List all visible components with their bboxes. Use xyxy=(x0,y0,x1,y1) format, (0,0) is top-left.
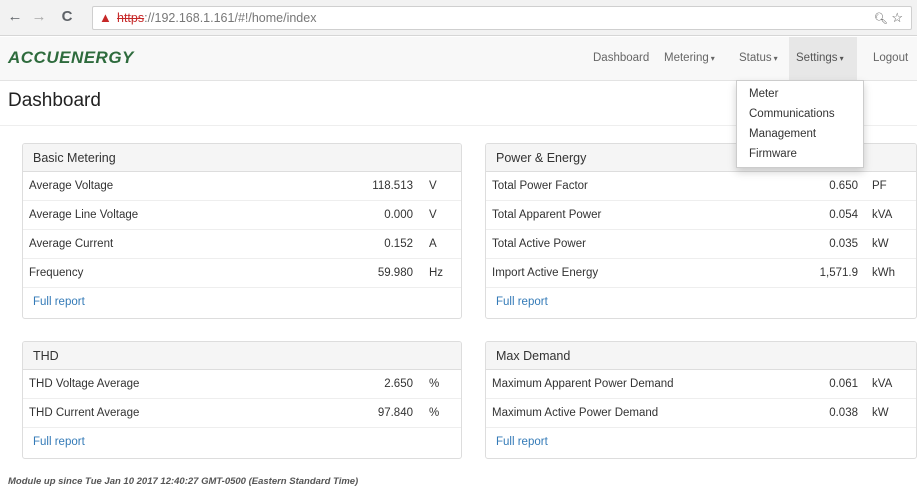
table-row: Total Active Power 0.035 kW xyxy=(486,230,916,259)
basic-metering-panel: Basic Metering Average Voltage 118.513 V… xyxy=(22,143,462,319)
panel-title: THD xyxy=(23,342,461,370)
module-uptime-status: Module up since Tue Jan 10 2017 12:40:27… xyxy=(8,476,359,487)
table-row: Import Active Energy 1,571.9 kWh xyxy=(486,259,916,288)
row-unit: kVA xyxy=(872,378,893,390)
menu-item-firmware[interactable]: Firmware xyxy=(737,145,863,165)
row-value: 0.650 xyxy=(829,180,858,192)
nav-status[interactable]: Status ▾ xyxy=(732,37,785,80)
nav-metering-label: Metering xyxy=(664,52,709,64)
table-row: THD Voltage Average 2.650 % xyxy=(23,370,461,399)
row-value: 2.650 xyxy=(384,378,413,390)
row-unit: kW xyxy=(872,407,889,419)
full-report-link[interactable]: Full report xyxy=(486,288,916,316)
nav-dashboard[interactable]: Dashboard xyxy=(586,37,656,80)
row-label: Average Voltage xyxy=(29,180,114,192)
row-value: 0.000 xyxy=(384,209,413,221)
url-text[interactable]: https://192.168.1.161/#!/home/index xyxy=(117,11,316,25)
nav-status-label: Status xyxy=(739,52,772,64)
nav-logout[interactable]: Logout xyxy=(866,37,915,80)
table-row: Maximum Apparent Power Demand 0.061 kVA xyxy=(486,370,916,399)
power-energy-panel: Power & Energy Total Power Factor 0.650 … xyxy=(485,143,917,319)
row-value: 0.038 xyxy=(829,407,858,419)
full-report-link[interactable]: Full report xyxy=(486,428,916,456)
menu-item-management[interactable]: Management xyxy=(737,125,863,145)
settings-dropdown-menu: Meter Communications Management Firmware xyxy=(736,80,864,168)
row-unit: V xyxy=(429,209,437,221)
row-label: Total Apparent Power xyxy=(492,209,602,221)
url-scheme: https xyxy=(117,11,145,25)
security-warning-icon[interactable]: ▲ xyxy=(99,10,112,25)
table-row: Frequency 59.980 Hz xyxy=(23,259,461,288)
nav-settings[interactable]: Settings ▾ xyxy=(789,37,857,80)
row-label: Frequency xyxy=(29,267,84,279)
row-unit: kWh xyxy=(872,267,895,279)
row-label: THD Voltage Average xyxy=(29,378,140,390)
table-row: THD Current Average 97.840 % xyxy=(23,399,461,428)
row-value: 97.840 xyxy=(377,407,413,419)
panel-title: Max Demand xyxy=(486,342,916,370)
zoom-icon[interactable]: 🔍︎ xyxy=(874,13,888,25)
full-report-link[interactable]: Full report xyxy=(23,288,461,316)
panel-title: Basic Metering xyxy=(23,144,461,172)
nav-logout-label: Logout xyxy=(873,52,909,64)
table-row: Average Voltage 118.513 V xyxy=(23,172,461,201)
reload-icon[interactable]: C xyxy=(58,8,76,26)
row-value: 0.054 xyxy=(829,209,858,221)
chevron-down-icon: ▾ xyxy=(773,54,778,63)
row-unit: A xyxy=(429,238,437,250)
row-unit: PF xyxy=(872,180,887,192)
nav-settings-label: Settings xyxy=(796,52,838,64)
row-value: 0.061 xyxy=(829,378,858,390)
row-label: Maximum Active Power Demand xyxy=(492,407,659,419)
row-unit: V xyxy=(429,180,437,192)
row-value: 1,571.9 xyxy=(819,267,858,279)
chevron-down-icon: ▾ xyxy=(710,54,715,63)
url-path: ://192.168.1.161/#!/home/index xyxy=(144,11,317,25)
row-unit: % xyxy=(429,378,440,390)
back-icon[interactable]: ← xyxy=(6,8,24,26)
max-demand-panel: Max Demand Maximum Apparent Power Demand… xyxy=(485,341,917,459)
row-value: 0.035 xyxy=(829,238,858,250)
row-label: Total Active Power xyxy=(492,238,586,250)
row-unit: kVA xyxy=(872,209,893,221)
page-title: Dashboard xyxy=(8,90,101,111)
row-value: 59.980 xyxy=(377,267,413,279)
table-row: Average Line Voltage 0.000 V xyxy=(23,201,461,230)
thd-panel: THD THD Voltage Average 2.650 % THD Curr… xyxy=(22,341,462,459)
row-label: Average Current xyxy=(29,238,114,250)
table-row: Total Power Factor 0.650 PF xyxy=(486,172,916,201)
row-label: Import Active Energy xyxy=(492,267,599,279)
nav-metering[interactable]: Metering ▾ xyxy=(657,37,722,80)
address-bar[interactable]: ▲ https://192.168.1.161/#!/home/index 🔍︎… xyxy=(92,6,912,30)
table-row: Average Current 0.152 A xyxy=(23,230,461,259)
row-unit: kW xyxy=(872,238,889,250)
nav-dashboard-label: Dashboard xyxy=(593,52,650,64)
menu-item-meter[interactable]: Meter xyxy=(737,85,863,105)
table-row: Maximum Active Power Demand 0.038 kW xyxy=(486,399,916,428)
chevron-down-icon: ▾ xyxy=(839,54,844,63)
full-report-link[interactable]: Full report xyxy=(23,428,461,456)
row-unit: Hz xyxy=(429,267,444,279)
row-unit: % xyxy=(429,407,440,419)
row-label: Total Power Factor xyxy=(492,180,588,192)
star-icon[interactable]: ☆ xyxy=(891,10,903,25)
row-value: 0.152 xyxy=(384,238,413,250)
menu-item-communications[interactable]: Communications xyxy=(737,105,863,125)
row-value: 118.513 xyxy=(372,180,413,192)
table-row: Total Apparent Power 0.054 kVA xyxy=(486,201,916,230)
row-label: Maximum Apparent Power Demand xyxy=(492,378,674,390)
forward-icon[interactable]: → xyxy=(30,8,48,26)
row-label: Average Line Voltage xyxy=(29,209,139,221)
url-bar-icons: 🔍︎ ☆ xyxy=(874,10,903,26)
accuenergy-logo[interactable]: ACCUENERGY xyxy=(8,48,134,68)
row-label: THD Current Average xyxy=(29,407,140,419)
app-navbar: ACCUENERGY Dashboard Metering ▾ Status ▾ S… xyxy=(0,37,917,81)
browser-toolbar: ← → C ▲ https://192.168.1.161/#!/home/in… xyxy=(0,0,917,36)
